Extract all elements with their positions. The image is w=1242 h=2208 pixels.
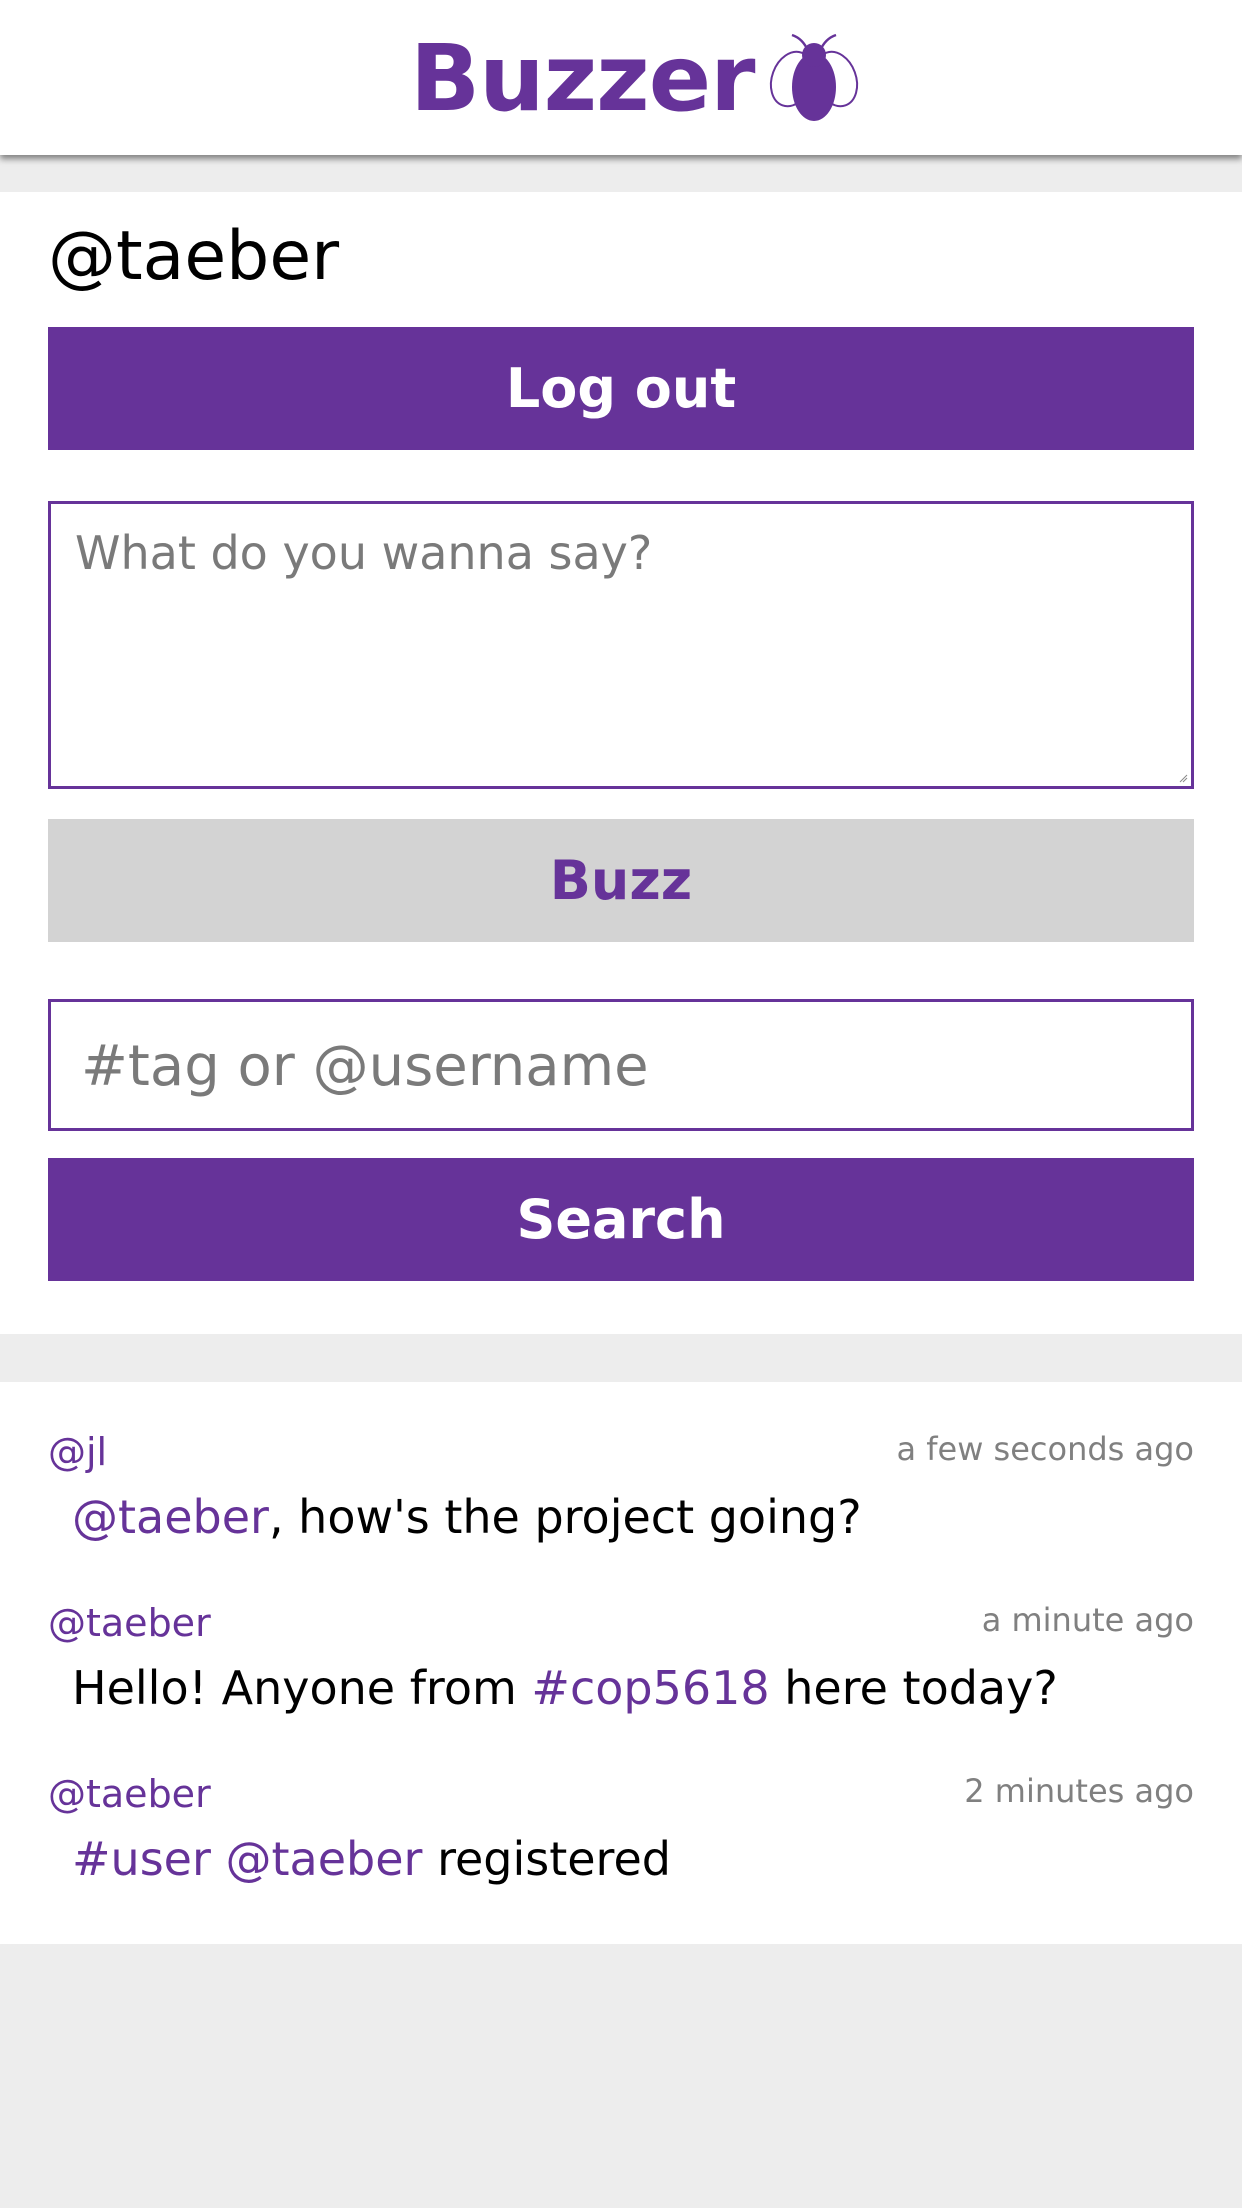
search-placeholder: #tag or @username bbox=[81, 1034, 649, 1099]
post-body: #user @taeber registered bbox=[72, 1832, 671, 1886]
search-button[interactable]: Search bbox=[48, 1158, 1194, 1281]
buzz-feed: @jl a few seconds ago @taeber, how's the… bbox=[0, 1382, 1242, 1944]
compose-textarea[interactable]: What do you wanna say? bbox=[48, 501, 1194, 789]
post-author-link[interactable]: @jl bbox=[48, 1430, 107, 1474]
feed-post: @jl a few seconds ago @taeber, how's the… bbox=[0, 1430, 1242, 1600]
post-text: registered bbox=[422, 1832, 671, 1886]
post-author-link[interactable]: @taeber bbox=[48, 1772, 211, 1816]
feed-post: @taeber 2 minutes ago #user @taeber regi… bbox=[0, 1772, 1242, 1942]
search-input[interactable]: #tag or @username bbox=[48, 999, 1194, 1131]
logout-button[interactable]: Log out bbox=[48, 327, 1194, 450]
hashtag-link[interactable]: #user bbox=[72, 1832, 211, 1886]
current-username: @taeber bbox=[48, 217, 340, 296]
bee-icon bbox=[770, 33, 859, 121]
compose-placeholder: What do you wanna say? bbox=[75, 526, 653, 580]
post-text: , how's the project going? bbox=[268, 1490, 862, 1544]
post-timestamp: a minute ago bbox=[981, 1601, 1194, 1639]
app-name: Buzzer bbox=[410, 25, 755, 132]
post-text bbox=[211, 1832, 226, 1886]
mention-link[interactable]: @taeber bbox=[226, 1832, 423, 1886]
hashtag-link[interactable]: #cop5618 bbox=[531, 1661, 769, 1715]
resize-handle-icon[interactable] bbox=[1178, 773, 1188, 783]
post-text: here today? bbox=[769, 1661, 1058, 1715]
buzz-button[interactable]: Buzz bbox=[48, 819, 1194, 942]
post-author-link[interactable]: @taeber bbox=[48, 1601, 211, 1645]
app-logo[interactable]: Buzzer bbox=[410, 24, 864, 134]
post-timestamp: 2 minutes ago bbox=[964, 1772, 1194, 1810]
feed-post: @taeber a minute ago Hello! Anyone from … bbox=[0, 1601, 1242, 1771]
post-timestamp: a few seconds ago bbox=[896, 1430, 1194, 1468]
mention-link[interactable]: @taeber bbox=[72, 1490, 269, 1544]
post-text: Hello! Anyone from bbox=[72, 1661, 532, 1715]
post-body: Hello! Anyone from #cop5618 here today? bbox=[72, 1661, 1058, 1715]
post-body: @taeber, how's the project going? bbox=[72, 1490, 862, 1544]
app-header: Buzzer bbox=[0, 0, 1242, 155]
